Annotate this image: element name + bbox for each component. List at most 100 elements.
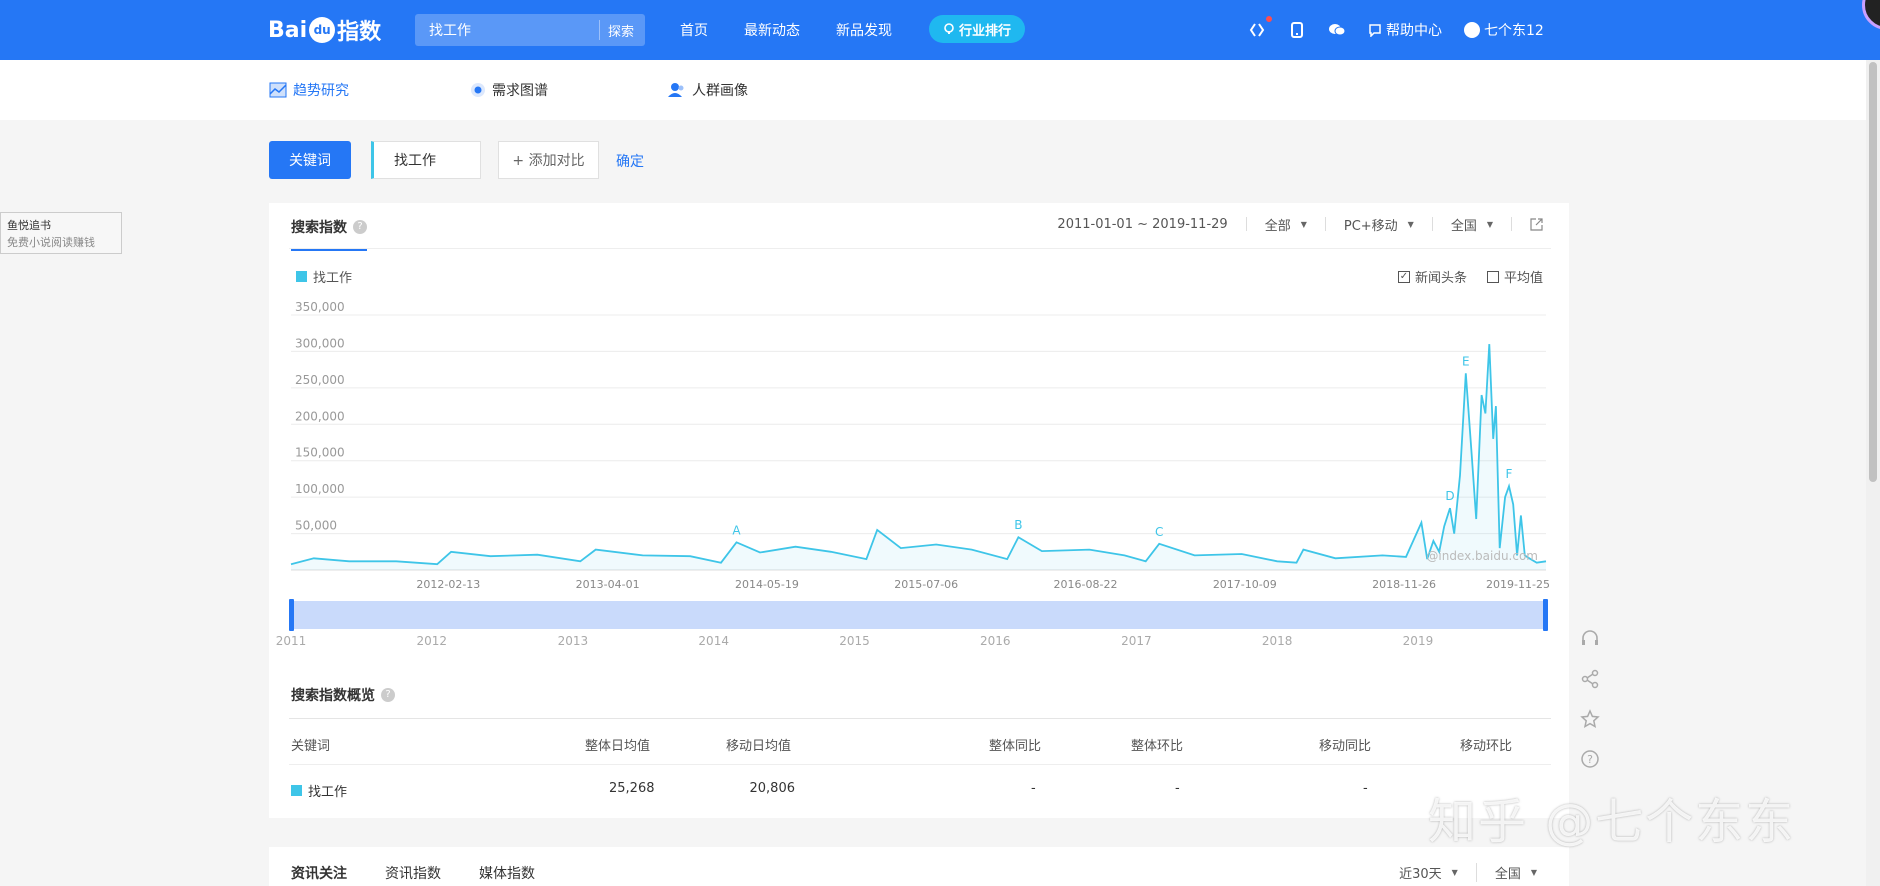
side-float-ad[interactable]: 鱼悦追书 免费小说阅读赚钱: [0, 212, 122, 254]
cell-mobile-yoy: -: [1363, 781, 1368, 796]
nav-home[interactable]: 首页: [680, 20, 708, 40]
notification-dot: [1266, 16, 1272, 22]
series-area: [291, 344, 1546, 570]
help-center-link[interactable]: 帮助中心: [1368, 20, 1442, 40]
keyword-input[interactable]: 找工作: [371, 141, 481, 179]
tab-demand-map[interactable]: 需求图谱: [470, 80, 548, 100]
tab-trend-research[interactable]: 趋势研究: [269, 80, 349, 100]
col-keyword: 关键词: [291, 739, 331, 754]
news-card: 资讯关注 资讯指数 媒体指数 近30天 ▼ 全国 ▼: [269, 847, 1569, 886]
col-mobile-yoy: 移动同比: [1319, 739, 1372, 754]
slider-year-label: 2016: [980, 634, 1011, 648]
slider-year-label: 2012: [416, 634, 447, 648]
caret-down-icon: ▼: [1407, 219, 1414, 229]
y-tick-label: 50,000: [295, 519, 337, 533]
trophy-icon: [944, 23, 954, 34]
chart-legend[interactable]: 找工作: [296, 267, 352, 286]
cell-mobile-avg: 20,806: [749, 781, 796, 796]
headset-icon[interactable]: [1579, 628, 1601, 650]
overview-title: 搜索指数概览 ?: [291, 685, 395, 705]
scrollbar-thumb[interactable]: [1869, 62, 1877, 482]
chat-bubble-icon: [1369, 24, 1381, 37]
top-right-tools: 帮助中心 七个东12: [1248, 0, 1544, 60]
tab-news-index[interactable]: 资讯指数: [385, 863, 441, 883]
news-region-select[interactable]: 全国 ▼: [1477, 863, 1549, 882]
x-tick-label: 2018-11-26: [1372, 578, 1436, 591]
checkbox-checked-icon: ✓: [1397, 270, 1410, 283]
target-icon: [471, 83, 485, 97]
user-group-icon: [668, 83, 684, 97]
user-menu[interactable]: 七个东12: [1464, 20, 1544, 40]
baidu-index-logo[interactable]: Bai du 指数: [268, 14, 381, 46]
search-index-tab[interactable]: 搜索指数 ?: [291, 217, 367, 251]
wechat-icon[interactable]: [1328, 21, 1346, 39]
tab-news-attention[interactable]: 资讯关注: [291, 863, 347, 883]
search-index-chart[interactable]: 350,000 300,000 250,000 200,000 150,000 100,0…: [269, 293, 1569, 673]
range-slider-handle-left: [289, 599, 294, 631]
search-button[interactable]: 探索: [600, 21, 642, 40]
x-tick-label: 2019-11-25: [1486, 578, 1550, 591]
news-filters: 近30天 ▼ 全国 ▼: [1381, 863, 1549, 882]
confirm-link[interactable]: 确定: [616, 151, 644, 171]
keyword-label-button[interactable]: 关键词: [269, 141, 351, 179]
col-mobile-mom: 移动环比: [1460, 739, 1513, 754]
tab-crowd-portrait[interactable]: 人群画像: [668, 80, 748, 100]
y-tick-label: 250,000: [295, 373, 345, 387]
brand-icon[interactable]: [1248, 21, 1266, 39]
top-bar: Bai du 指数 探索 首页 最新动态 新品发现 行业排行 帮助中心 七个东1…: [0, 0, 1880, 60]
x-tick-label: 2017-10-09: [1213, 578, 1277, 591]
news-tabs: 资讯关注 资讯指数 媒体指数: [291, 863, 535, 883]
floating-tools: ?: [1572, 628, 1608, 770]
mobile-icon[interactable]: [1288, 21, 1306, 39]
y-tick-label: 200,000: [295, 409, 345, 423]
export-icon[interactable]: [1512, 217, 1549, 231]
device-select[interactable]: PC+移动 ▼: [1326, 217, 1433, 234]
slider-year-label: 2018: [1262, 634, 1293, 648]
x-tick-label: 2016-08-22: [1054, 578, 1118, 591]
legend-label: 找工作: [313, 271, 353, 286]
source-select[interactable]: 全部 ▼: [1247, 217, 1326, 234]
col-overall-yoy: 整体同比: [989, 739, 1042, 754]
col-overall-avg: 整体日均值: [585, 739, 651, 754]
help-icon[interactable]: ?: [381, 688, 395, 702]
legend-swatch: [296, 271, 307, 282]
period-select[interactable]: 近30天 ▼: [1381, 863, 1477, 882]
annotation-label: E: [1462, 354, 1470, 368]
divider: [289, 248, 1551, 249]
question-icon[interactable]: ?: [1579, 748, 1601, 770]
range-slider-handle-right: [1543, 599, 1548, 631]
share-icon[interactable]: [1579, 668, 1601, 690]
annotation-label: C: [1155, 525, 1163, 539]
x-tick-label: 2013-04-01: [576, 578, 640, 591]
slider-year-label: 2019: [1403, 634, 1434, 648]
annotation-label: A: [732, 523, 741, 537]
star-icon[interactable]: [1579, 708, 1601, 730]
keyword-swatch: [291, 785, 302, 796]
ad-subtitle: 免费小说阅读赚钱: [7, 236, 95, 249]
slider-year-label: 2017: [1121, 634, 1152, 648]
search-input[interactable]: [415, 14, 599, 46]
average-checkbox[interactable]: 平均值: [1486, 267, 1543, 286]
tab-media-index[interactable]: 媒体指数: [479, 863, 535, 883]
ad-title: 鱼悦追书: [7, 219, 51, 232]
chart-watermark: @index.baidu.com: [1426, 549, 1538, 563]
cell-overall-mom: -: [1175, 781, 1180, 796]
nav-new-products[interactable]: 新品发现: [836, 20, 892, 40]
slider-year-label: 2013: [558, 634, 589, 648]
industry-rank-button[interactable]: 行业排行: [929, 15, 1026, 43]
news-headline-checkbox[interactable]: ✓ 新闻头条: [1397, 267, 1467, 286]
chart-filters: 2011-01-01 ~ 2019-11-29 全部 ▼ PC+移动 ▼ 全国 ▼: [1039, 217, 1549, 234]
nav-latest[interactable]: 最新动态: [744, 20, 800, 40]
y-tick-label: 150,000: [295, 446, 345, 460]
x-tick-label: 2015-07-06: [894, 578, 958, 591]
date-range-picker[interactable]: 2011-01-01 ~ 2019-11-29: [1039, 217, 1247, 232]
help-icon[interactable]: ?: [353, 220, 367, 234]
region-select[interactable]: 全国 ▼: [1433, 217, 1512, 234]
add-compare-button[interactable]: + 添加对比: [498, 141, 599, 179]
annotation-label: D: [1445, 489, 1454, 503]
trend-icon: [269, 82, 287, 98]
chart-toggles: ✓ 新闻头条 平均值: [1397, 267, 1543, 286]
search-index-card: 搜索指数 ? 2011-01-01 ~ 2019-11-29 全部 ▼ PC+移动…: [269, 203, 1569, 818]
svg-text:?: ?: [1587, 753, 1593, 766]
page-scrollbar[interactable]: [1866, 60, 1880, 886]
